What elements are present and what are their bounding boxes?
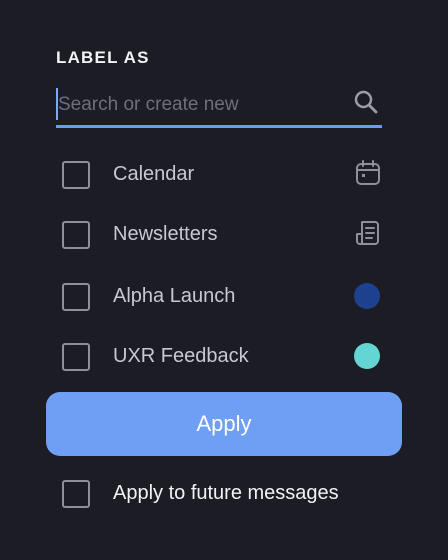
search-icon[interactable] [352, 88, 380, 116]
label-as-panel: LABEL AS Calendar Newsletters [0, 0, 448, 560]
checkbox[interactable] [62, 161, 90, 189]
label-row-alpha-launch[interactable]: Alpha Launch [62, 283, 392, 313]
label-name: UXR Feedback [113, 345, 249, 367]
label-name: Calendar [113, 163, 195, 185]
color-dot [354, 343, 380, 369]
apply-future-checkbox[interactable] [62, 480, 90, 508]
apply-future-row[interactable]: Apply to future messages [62, 480, 392, 510]
search-field [56, 84, 382, 128]
apply-future-label: Apply to future messages [113, 482, 339, 504]
label-name: Newsletters [113, 223, 218, 245]
label-name: Alpha Launch [113, 285, 236, 307]
apply-button[interactable]: Apply [46, 392, 402, 456]
search-input[interactable] [56, 88, 338, 122]
panel-heading: LABEL AS [56, 48, 150, 67]
label-row-uxr-feedback[interactable]: UXR Feedback [62, 343, 392, 373]
label-row-calendar[interactable]: Calendar [62, 160, 392, 191]
newsletter-icon [356, 221, 379, 245]
color-dot [354, 283, 380, 309]
checkbox[interactable] [62, 221, 90, 249]
checkbox[interactable] [62, 283, 90, 311]
label-row-newsletters[interactable]: Newsletters [62, 221, 392, 251]
calendar-icon [356, 160, 380, 185]
checkbox[interactable] [62, 343, 90, 371]
